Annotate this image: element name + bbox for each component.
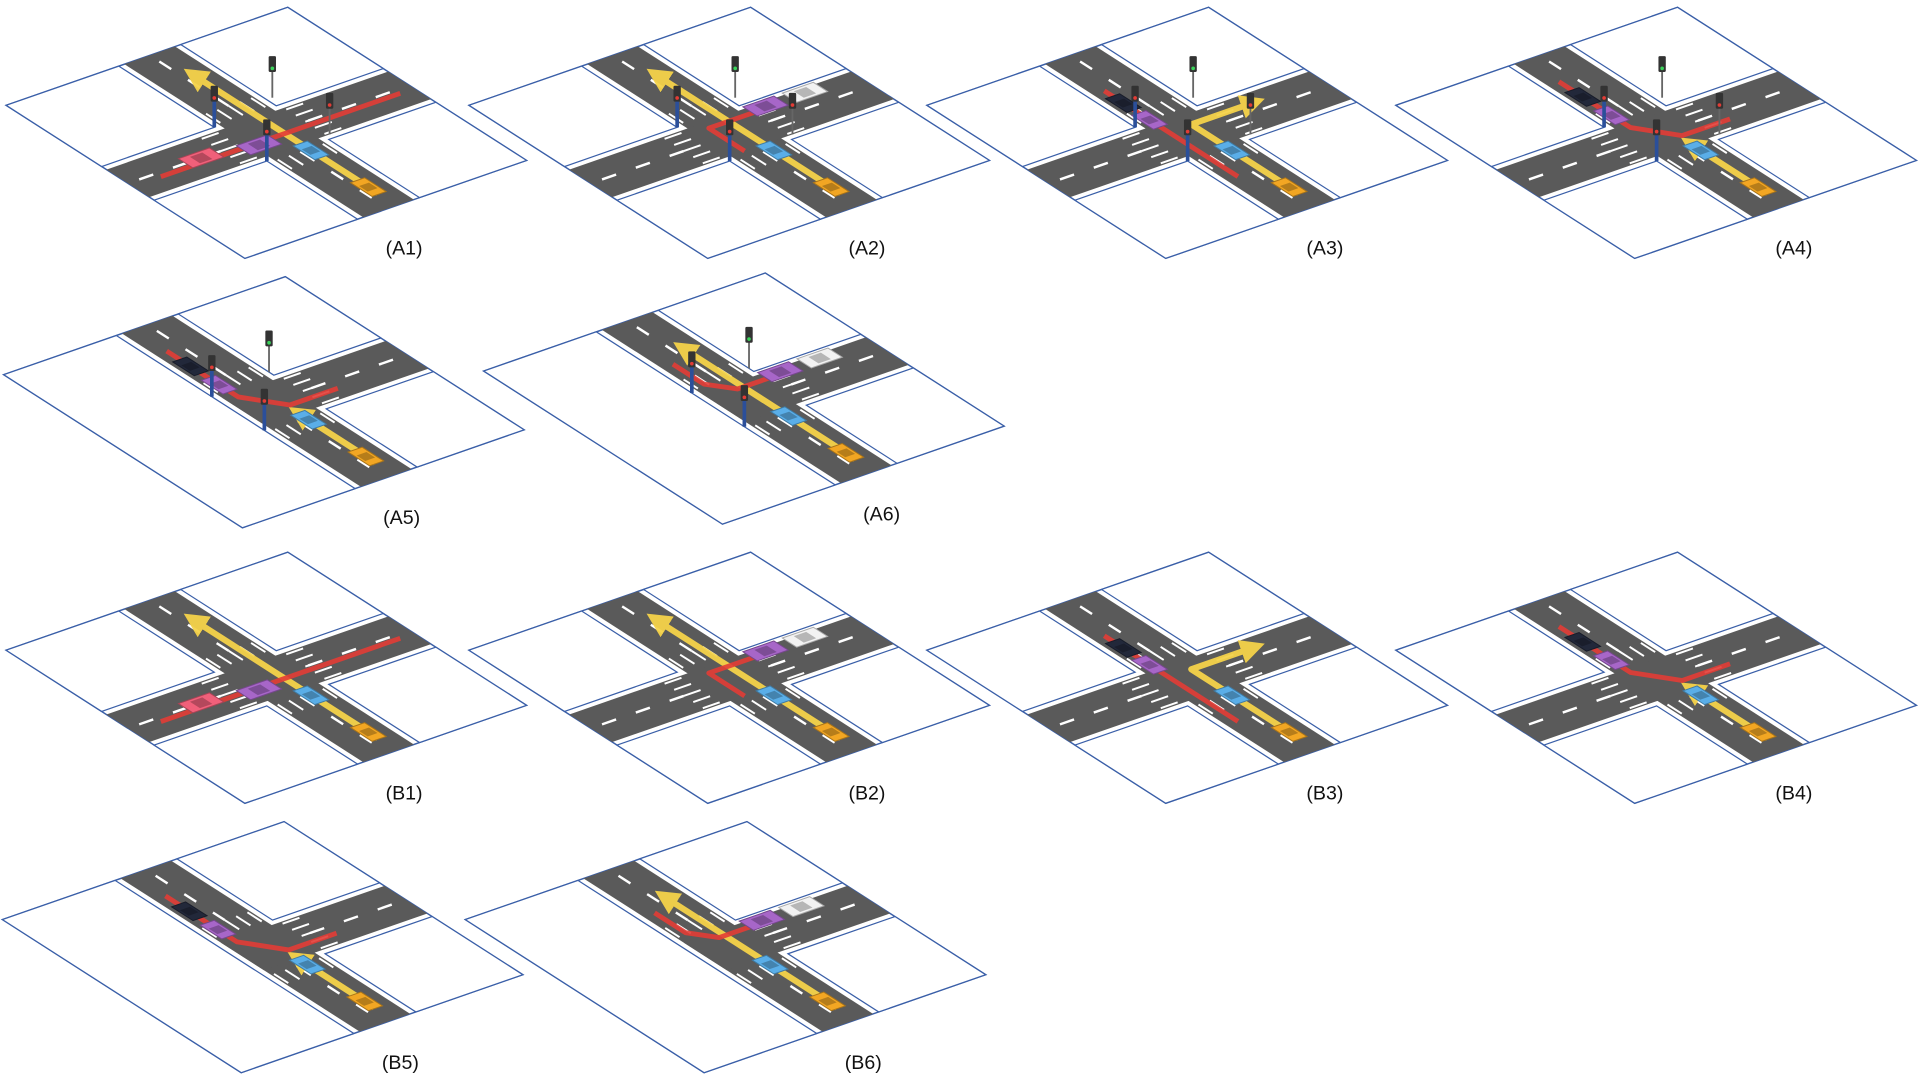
- signal-lamp: [1717, 103, 1722, 107]
- signal-lamp: [1602, 96, 1606, 100]
- signal-lamp: [1185, 129, 1190, 134]
- panel-label: (A6): [863, 503, 900, 525]
- signal-lamp: [1191, 66, 1195, 71]
- signal-lamp: [1248, 103, 1253, 107]
- signal-lamp: [264, 129, 269, 134]
- panel-label: (B1): [386, 783, 423, 805]
- signal-lamp: [327, 103, 332, 107]
- scenario-panel: (A5): [2, 275, 526, 529]
- panel-label: (B4): [1775, 783, 1812, 805]
- signal-lamp: [675, 96, 679, 100]
- signal-lamp: [733, 66, 738, 71]
- scenario-panel: (B6): [463, 820, 988, 1074]
- signal-lamp: [727, 129, 732, 134]
- signal-lamp: [1654, 129, 1659, 134]
- panel-label: (A4): [1775, 238, 1812, 260]
- signal-lamp: [742, 395, 747, 400]
- signal-lamp: [270, 66, 275, 71]
- panel-label: (A1): [386, 238, 423, 260]
- signal-lamp: [210, 365, 214, 370]
- panel-label: (A3): [1306, 238, 1343, 260]
- intersection-scenarios-figure: (A1) (A2) (A3) (A4) (A5) (A6) (B1) (B2) (B3) (B4)…: [0, 6, 1918, 1074]
- signal-lamp: [1660, 66, 1664, 71]
- scenario-panel: (B1): [4, 551, 529, 805]
- signal-lamp: [1133, 96, 1137, 100]
- scenario-panel: (A1): [4, 6, 529, 260]
- panel-label: (A2): [848, 238, 885, 260]
- scenario-panel: (A4): [1394, 6, 1918, 260]
- scenario-panel: (A2): [467, 6, 992, 260]
- signal-lamp: [690, 361, 694, 366]
- panel-label: (B5): [382, 1052, 419, 1074]
- signal-lamp: [267, 340, 271, 345]
- scenario-panel: (B4): [1394, 551, 1918, 805]
- signal-lamp: [747, 337, 751, 341]
- signal-lamp: [790, 103, 795, 107]
- scenario-panel: (A3): [925, 6, 1450, 260]
- panel-label: (A5): [383, 507, 420, 529]
- panel-label: (B6): [845, 1052, 882, 1074]
- panel-label: (B3): [1306, 783, 1343, 805]
- scenario-panel: (B3): [925, 551, 1450, 805]
- scenario-panel: (A6): [482, 272, 1006, 525]
- scenario-panel: (B2): [467, 551, 992, 805]
- scenario-panel: (B5): [0, 820, 525, 1074]
- signal-lamp: [262, 399, 267, 403]
- panel-label: (B2): [848, 783, 885, 805]
- signal-lamp: [212, 96, 217, 100]
